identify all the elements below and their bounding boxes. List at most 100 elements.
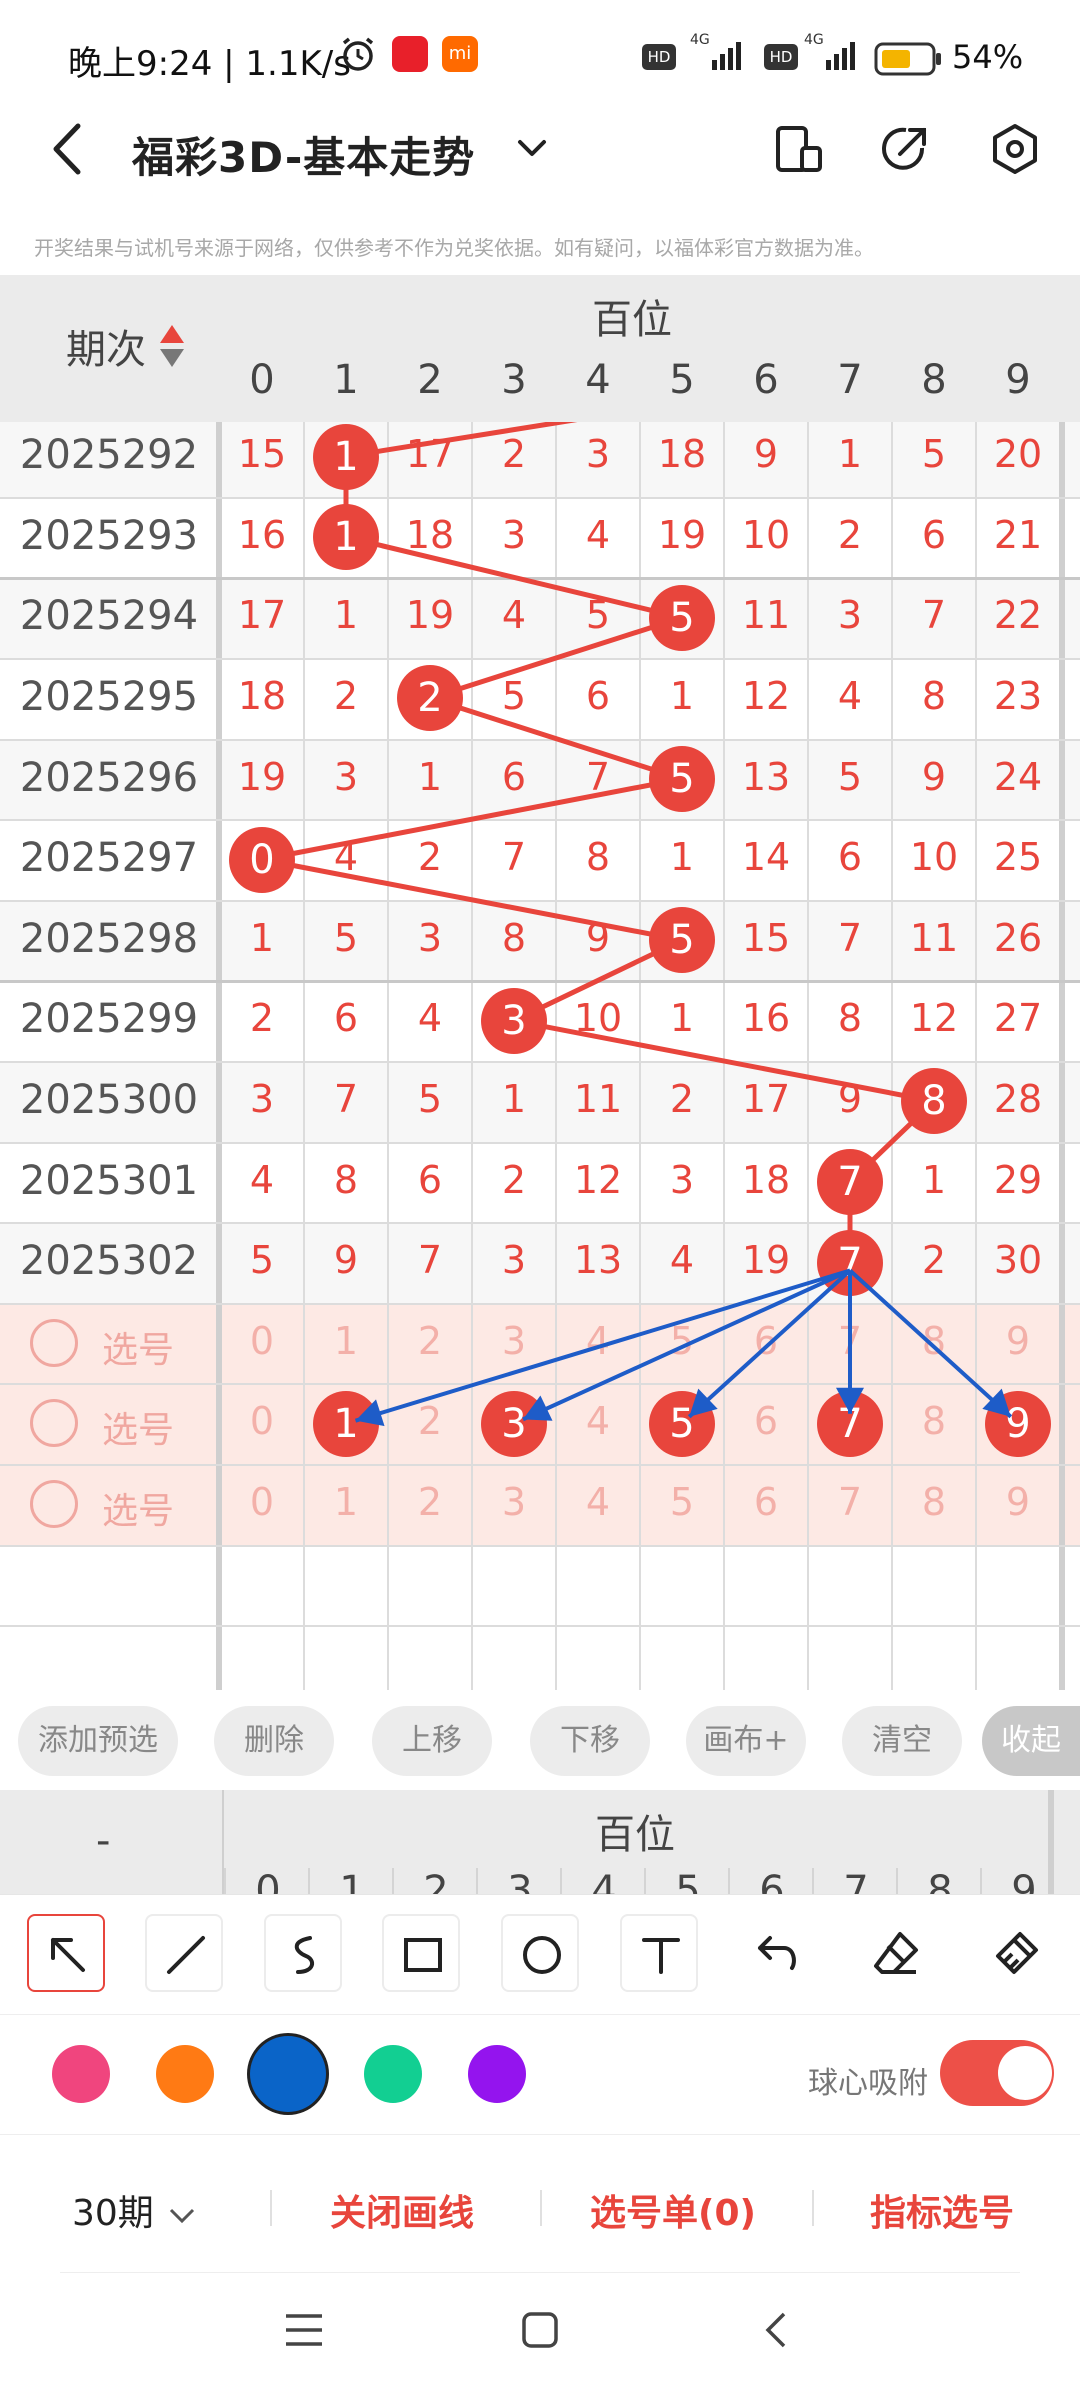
color-swatch-orange[interactable] xyxy=(156,2045,214,2103)
drawn-arrow xyxy=(354,1268,851,1427)
chevron-left-icon xyxy=(53,123,81,175)
circle-icon xyxy=(523,1936,561,1974)
share-button[interactable] xyxy=(878,122,932,176)
color-swatch-blue-selected[interactable] xyxy=(250,2036,326,2112)
second-digit-header: 5 xyxy=(644,1868,730,1894)
line-tool-button[interactable] xyxy=(145,1914,223,1992)
snap-toggle-knob xyxy=(998,2046,1052,2100)
clear-button[interactable]: 清空 xyxy=(842,1706,962,1776)
settings-button[interactable] xyxy=(988,122,1042,176)
app-notification-icon xyxy=(392,36,428,72)
drawn-arrow xyxy=(836,1270,864,1414)
drawn-arrow xyxy=(522,1268,851,1422)
page-title[interactable]: 福彩3D-基本走势 xyxy=(132,124,475,185)
indicator-pick-button[interactable]: 指标选号 xyxy=(870,2184,1014,2236)
color-swatch-green[interactable] xyxy=(364,2045,422,2103)
ticket-button[interactable]: 选号单(0) xyxy=(590,2184,756,2236)
digit-header: 7 xyxy=(837,357,863,403)
drawn-arrows xyxy=(354,1268,1013,1427)
status-bar: 晚上9:24 | 1.1K/s mi HD 4G HD 4G 54% xyxy=(0,0,1080,110)
second-digit-header: 9 xyxy=(980,1868,1066,1894)
digit-header: 8 xyxy=(921,357,947,403)
divider xyxy=(270,2190,272,2226)
select-tool-button[interactable] xyxy=(27,1914,105,1992)
move-up-button[interactable]: 上移 xyxy=(372,1706,492,1776)
drawn-arrow xyxy=(848,1269,1013,1419)
drawn-arrow xyxy=(687,1269,852,1419)
brush-clear-icon xyxy=(996,1932,1038,1974)
sort-icon[interactable] xyxy=(158,323,186,369)
color-swatch-purple[interactable] xyxy=(468,2045,526,2103)
battery-percent: 54% xyxy=(952,38,1024,76)
second-digit-header: 8 xyxy=(896,1868,982,1894)
device-layout-icon xyxy=(776,126,822,172)
battery-icon xyxy=(874,42,941,76)
second-table-header: - 百位 0123456789 xyxy=(0,1790,1080,1894)
digit-header: 9 xyxy=(1005,357,1031,403)
canvas-plus-button[interactable]: 画布+ xyxy=(686,1706,806,1776)
hd-badge-1: HD xyxy=(642,44,676,70)
divider xyxy=(540,2190,542,2226)
text-icon xyxy=(642,1938,680,1974)
trend-table: 期次 百位 0123456789 20252901351531167231820… xyxy=(0,275,1080,1690)
undo-icon xyxy=(758,1936,796,1970)
digit-header: 1 xyxy=(333,357,359,403)
second-digit-header: 4 xyxy=(560,1868,646,1894)
layout-toggle-button[interactable] xyxy=(772,122,826,176)
digit-header: 0 xyxy=(249,357,275,403)
hexagon-settings-icon xyxy=(993,124,1037,174)
period-header[interactable]: 期次 xyxy=(66,317,146,375)
alarm-icon xyxy=(342,37,374,71)
signal-icon-1 xyxy=(712,42,741,70)
hd-badge-2: HD xyxy=(764,44,798,70)
chevron-down-icon xyxy=(170,2208,195,2224)
close-lines-button[interactable]: 关闭画线 xyxy=(330,2184,474,2236)
second-digit-header: 0 xyxy=(224,1868,310,1894)
arrow-select-icon xyxy=(51,1938,85,1972)
back-nav-icon[interactable] xyxy=(756,2308,800,2352)
digit-header: 5 xyxy=(669,357,695,403)
title-dropdown[interactable] xyxy=(512,128,552,168)
menu-icon[interactable] xyxy=(282,2310,326,2350)
add-preselect-button[interactable]: 添加预选 xyxy=(18,1706,178,1776)
digit-header: 2 xyxy=(417,357,443,403)
collapse-button[interactable]: 收起 xyxy=(982,1706,1080,1776)
move-down-button[interactable]: 下移 xyxy=(530,1706,650,1776)
line-icon xyxy=(167,1936,205,1974)
undo-button[interactable] xyxy=(752,1928,804,1984)
second-digit-header: 1 xyxy=(308,1868,394,1894)
snap-label: 球心吸附 xyxy=(808,2066,928,2101)
system-nav-bar xyxy=(0,2274,1080,2400)
rectangle-tool-button[interactable] xyxy=(382,1914,460,1992)
eraser-button[interactable] xyxy=(870,1928,922,1984)
curve-icon xyxy=(294,1936,315,1974)
digit-header: 3 xyxy=(501,357,527,403)
delete-button[interactable]: 删除 xyxy=(214,1706,334,1776)
second-digit-header: 7 xyxy=(812,1868,898,1894)
status-time: 晚上9:24 | 1.1K/s xyxy=(68,44,351,84)
period-select-label: 30期 xyxy=(72,2193,154,2234)
second-digit-header: 2 xyxy=(392,1868,478,1894)
text-tool-button[interactable] xyxy=(620,1914,698,1992)
chevron-down-icon xyxy=(518,140,546,156)
period-select[interactable]: 30期 xyxy=(72,2184,199,2236)
share-icon xyxy=(882,127,926,170)
hundreds-group-header: 百位 xyxy=(592,297,672,343)
color-swatch-pink[interactable] xyxy=(52,2045,110,2103)
second-period-header: - xyxy=(96,1818,111,1864)
home-icon[interactable] xyxy=(518,2308,562,2352)
mi-icon: mi xyxy=(442,36,478,72)
disclaimer-text: 开奖结果与试机号来源于网络，仅供参考不作为兑奖依据。如有疑问，以福体彩官方数据为… xyxy=(34,236,874,260)
circle-tool-button[interactable] xyxy=(501,1914,579,1992)
eraser-icon xyxy=(874,1932,918,1974)
clear-drawing-button[interactable] xyxy=(990,1928,1042,1984)
second-group-header: 百位 xyxy=(595,1812,675,1858)
digit-header: 4 xyxy=(585,357,611,403)
digit-header: 6 xyxy=(753,357,779,403)
second-digit-header: 3 xyxy=(476,1868,562,1894)
curve-tool-button[interactable] xyxy=(264,1914,342,1992)
signal-icon-2 xyxy=(826,42,855,70)
back-button[interactable] xyxy=(40,116,96,182)
rectangle-icon xyxy=(404,1938,442,1972)
divider xyxy=(812,2190,814,2226)
